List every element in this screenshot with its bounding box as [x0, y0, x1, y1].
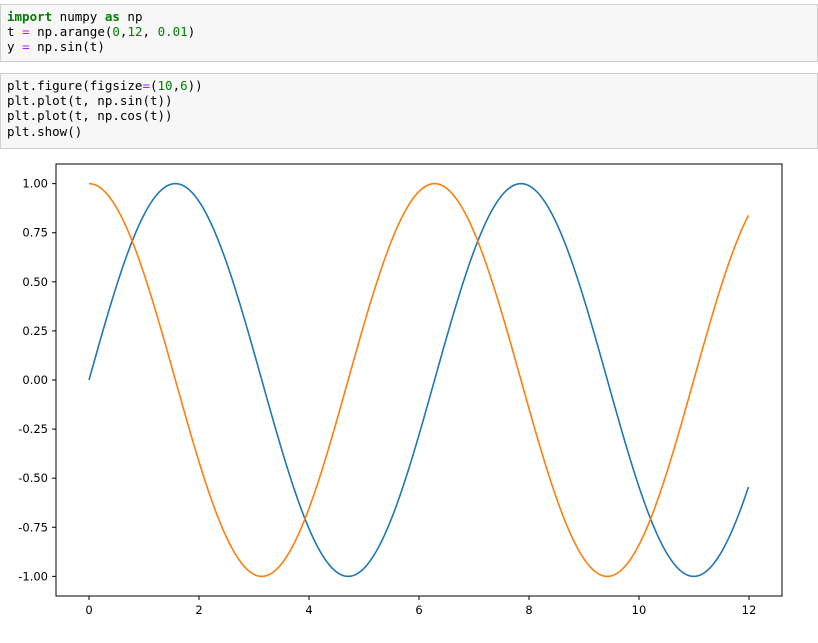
- axes-frame: [55, 163, 783, 597]
- code-line: import numpy as np: [7, 9, 811, 24]
- code-line: plt.plot(t, np.sin(t)): [7, 93, 811, 108]
- code-token: np: [119, 9, 143, 24]
- y-tick-label: 0.75: [22, 226, 48, 240]
- code-token: 6: [180, 78, 188, 93]
- code-token: =: [142, 78, 150, 93]
- code-token: =: [22, 24, 30, 40]
- code-token: np.sin(t): [29, 39, 105, 55]
- code-token: plt.show(): [7, 123, 83, 139]
- code-line: t = np.arange(0,12, 0.01): [7, 24, 811, 39]
- code-token: numpy: [52, 9, 105, 24]
- x-tick-label: 0: [85, 603, 92, 617]
- code-line: plt.show(): [7, 124, 811, 139]
- y-tick-label: 0.25: [22, 324, 48, 338]
- code-token: 0.01: [157, 24, 188, 40]
- code-token: 10: [157, 78, 173, 93]
- output-chart: 0 2 4 6 8 10 12 1.00 0.75 0.50 0.25 0.00 -0.25 -0.50 -…: [18, 163, 783, 617]
- y-tick-label: 1.00: [22, 177, 48, 191]
- y-tick-label: -1.00: [18, 569, 48, 583]
- y-tick-label: -0.50: [18, 471, 48, 485]
- x-tick-label: 6: [415, 603, 422, 617]
- code-line: plt.plot(t, np.cos(t)): [7, 108, 811, 123]
- x-tick-label: 4: [305, 603, 312, 617]
- code-token: y: [7, 39, 23, 55]
- code-token: 0: [112, 24, 120, 40]
- code-token: =: [22, 39, 30, 55]
- code-token: np.arange(: [29, 24, 113, 40]
- x-tick-label: 8: [525, 603, 532, 617]
- code-token: import: [7, 9, 53, 24]
- code-line: plt.figure(figsize=(10,6)): [7, 78, 811, 93]
- code-token: 12: [127, 24, 143, 40]
- y-tick-label: 0.00: [22, 373, 48, 387]
- code-token: ,: [172, 78, 181, 93]
- code-token: ,: [142, 24, 158, 40]
- code-token: (: [150, 78, 158, 93]
- code-token: ): [187, 24, 196, 40]
- x-tick-label: 2: [195, 603, 202, 617]
- code-token: t: [7, 24, 23, 40]
- x-tick-label: 12: [742, 603, 757, 617]
- code-token: as: [104, 9, 120, 24]
- code-line: y = np.sin(t): [7, 39, 811, 54]
- code-token: )): [187, 78, 203, 93]
- x-tick-label: 10: [632, 603, 647, 617]
- series-line-sin: [88, 182, 750, 578]
- code-cell-plot[interactable]: plt.figure(figsize=(10,6)) plt.plot(t, np…: [0, 73, 818, 149]
- code-editor[interactable]: plt.figure(figsize=(10,6)) plt.plot(t, np…: [7, 78, 811, 139]
- y-tick-label: 0.50: [22, 275, 48, 289]
- code-token: plt.plot(t, np.cos(t)): [7, 108, 173, 124]
- code-cell-import[interactable]: import numpy as np t = np.arange(0,12, 0.…: [0, 4, 818, 62]
- code-token: plt.figure(figsize: [7, 78, 143, 93]
- code-editor[interactable]: import numpy as np t = np.arange(0,12, 0.…: [7, 9, 811, 55]
- code-token: plt.plot(t, np.sin(t)): [7, 93, 173, 109]
- y-tick-label: -0.75: [18, 520, 48, 534]
- y-tick-label: -0.25: [18, 422, 48, 436]
